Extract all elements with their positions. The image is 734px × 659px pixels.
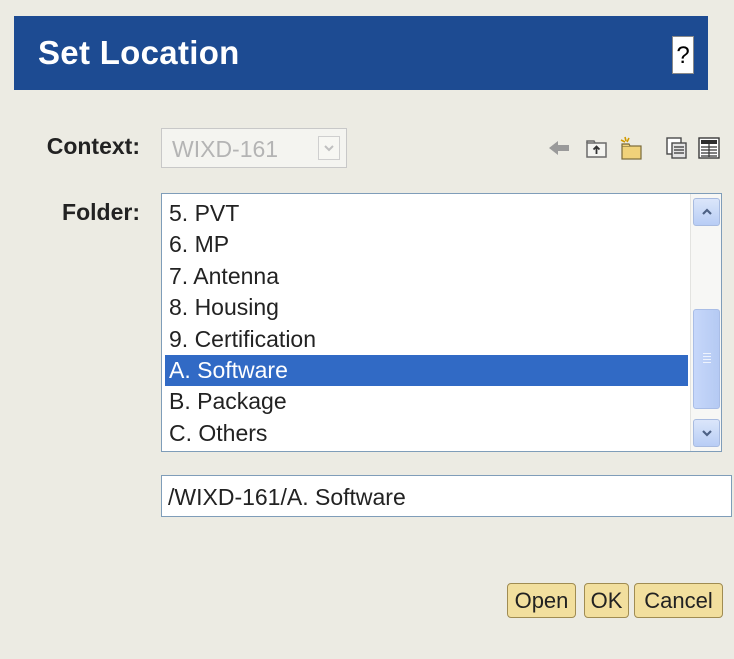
folder-item[interactable]: 7. Antenna bbox=[165, 261, 688, 292]
view-list-icon[interactable] bbox=[665, 136, 689, 160]
path-field[interactable]: /WIXD-161/A. Software bbox=[161, 475, 732, 517]
title-bar: Set Location ? bbox=[14, 16, 708, 90]
scroll-grip-icon bbox=[703, 353, 711, 363]
folder-label: Folder: bbox=[62, 199, 140, 225]
scroll-down-button[interactable] bbox=[693, 419, 720, 447]
view-details-icon[interactable] bbox=[697, 136, 721, 160]
folder-list: 5. PVT 6. MP 7. Antenna 8. Housing 9. Ce… bbox=[165, 198, 688, 449]
folder-item[interactable]: 8. Housing bbox=[165, 292, 688, 323]
ok-button[interactable]: OK bbox=[584, 583, 629, 618]
chevron-down-icon bbox=[701, 430, 712, 437]
context-dropdown[interactable]: WIXD-161 bbox=[161, 128, 347, 168]
dialog-title: Set Location bbox=[38, 34, 240, 71]
new-folder-icon[interactable] bbox=[619, 136, 643, 160]
scroll-up-button[interactable] bbox=[693, 198, 720, 226]
folder-item[interactable]: 5. PVT bbox=[165, 198, 688, 229]
chevron-up-icon bbox=[701, 208, 712, 215]
up-folder-icon[interactable] bbox=[585, 136, 609, 160]
folder-item[interactable]: B. Package bbox=[165, 386, 688, 417]
cancel-button[interactable]: Cancel bbox=[634, 583, 723, 618]
folder-item[interactable]: 6. MP bbox=[165, 229, 688, 260]
folder-item[interactable]: C. Others bbox=[165, 418, 688, 449]
scroll-thumb[interactable] bbox=[693, 309, 720, 409]
back-arrow-icon[interactable] bbox=[547, 136, 571, 160]
chevron-down-icon[interactable] bbox=[318, 136, 340, 160]
context-value: WIXD-161 bbox=[172, 136, 279, 162]
context-label: Context: bbox=[46, 133, 140, 159]
folder-item[interactable]: 9. Certification bbox=[165, 324, 688, 355]
list-scrollbar[interactable] bbox=[690, 194, 721, 451]
open-button[interactable]: Open bbox=[507, 583, 576, 618]
folder-item-selected[interactable]: A. Software bbox=[165, 354, 688, 387]
folder-listbox[interactable]: 5. PVT 6. MP 7. Antenna 8. Housing 9. Ce… bbox=[161, 193, 722, 452]
help-button[interactable]: ? bbox=[672, 36, 694, 74]
